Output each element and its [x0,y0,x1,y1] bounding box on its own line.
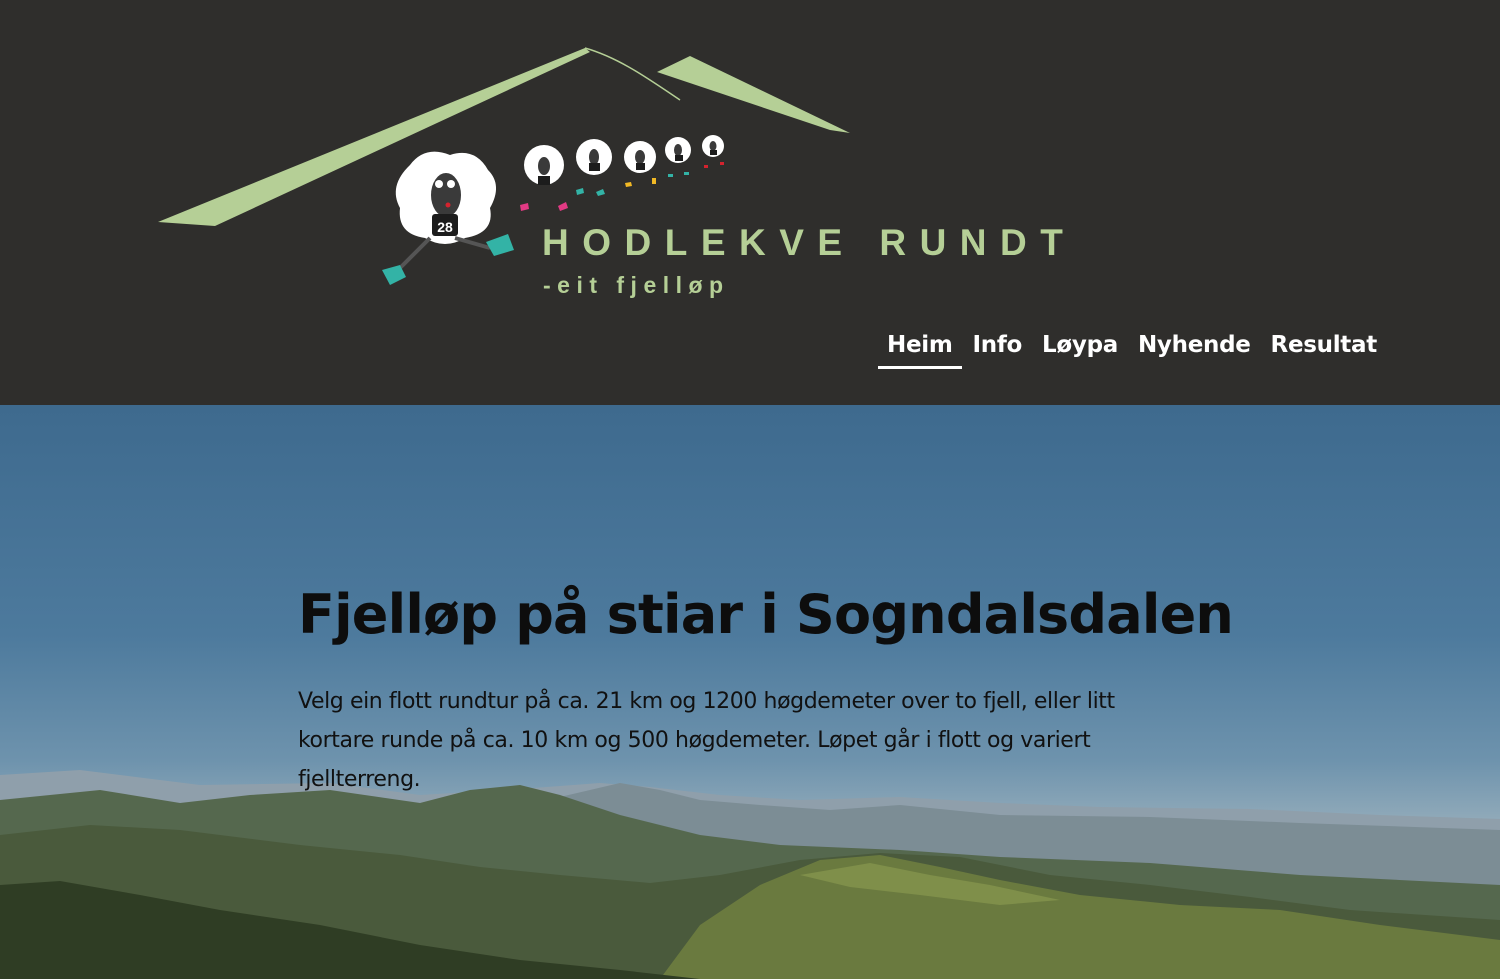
small-sheep-icon [576,139,612,196]
brand-title: HODLEKVE RUNDT [542,222,1077,263]
hero-title: Fjelløp på stiar i Sogndalsdalen [298,583,1234,646]
hero-section: Fjelløp på stiar i Sogndalsdalen Velg ei… [0,405,1500,979]
nav-item-heim[interactable]: Heim [878,330,962,369]
nav-item-nyhende[interactable]: Nyhende [1129,330,1260,369]
logo[interactable]: 28 [150,40,1070,310]
small-sheep-icon [624,141,656,187]
site-header: 28 HODLEKVE RUNDT -eit fjelløp Heim Info… [0,0,1500,405]
nav-item-loypa[interactable]: Løypa [1033,330,1127,369]
small-sheep-icon [665,137,691,177]
brand-subtitle: -eit fjelløp [543,272,730,298]
bib-number: 28 [437,219,453,235]
logo-mountain-right [657,56,850,133]
hero-text: Velg ein flott rundtur på ca. 21 km og 1… [298,689,1115,792]
hero-content: Fjelløp på stiar i Sogndalsdalen Velg ei… [298,583,1234,799]
main-nav: Heim Info Løypa Nyhende Resultat [878,330,1388,369]
small-sheep-icon [702,135,724,168]
small-sheep-icon [520,145,568,211]
logo-mountain-left [158,48,590,226]
nav-item-resultat[interactable]: Resultat [1262,330,1386,369]
nav-item-info[interactable]: Info [964,330,1032,369]
